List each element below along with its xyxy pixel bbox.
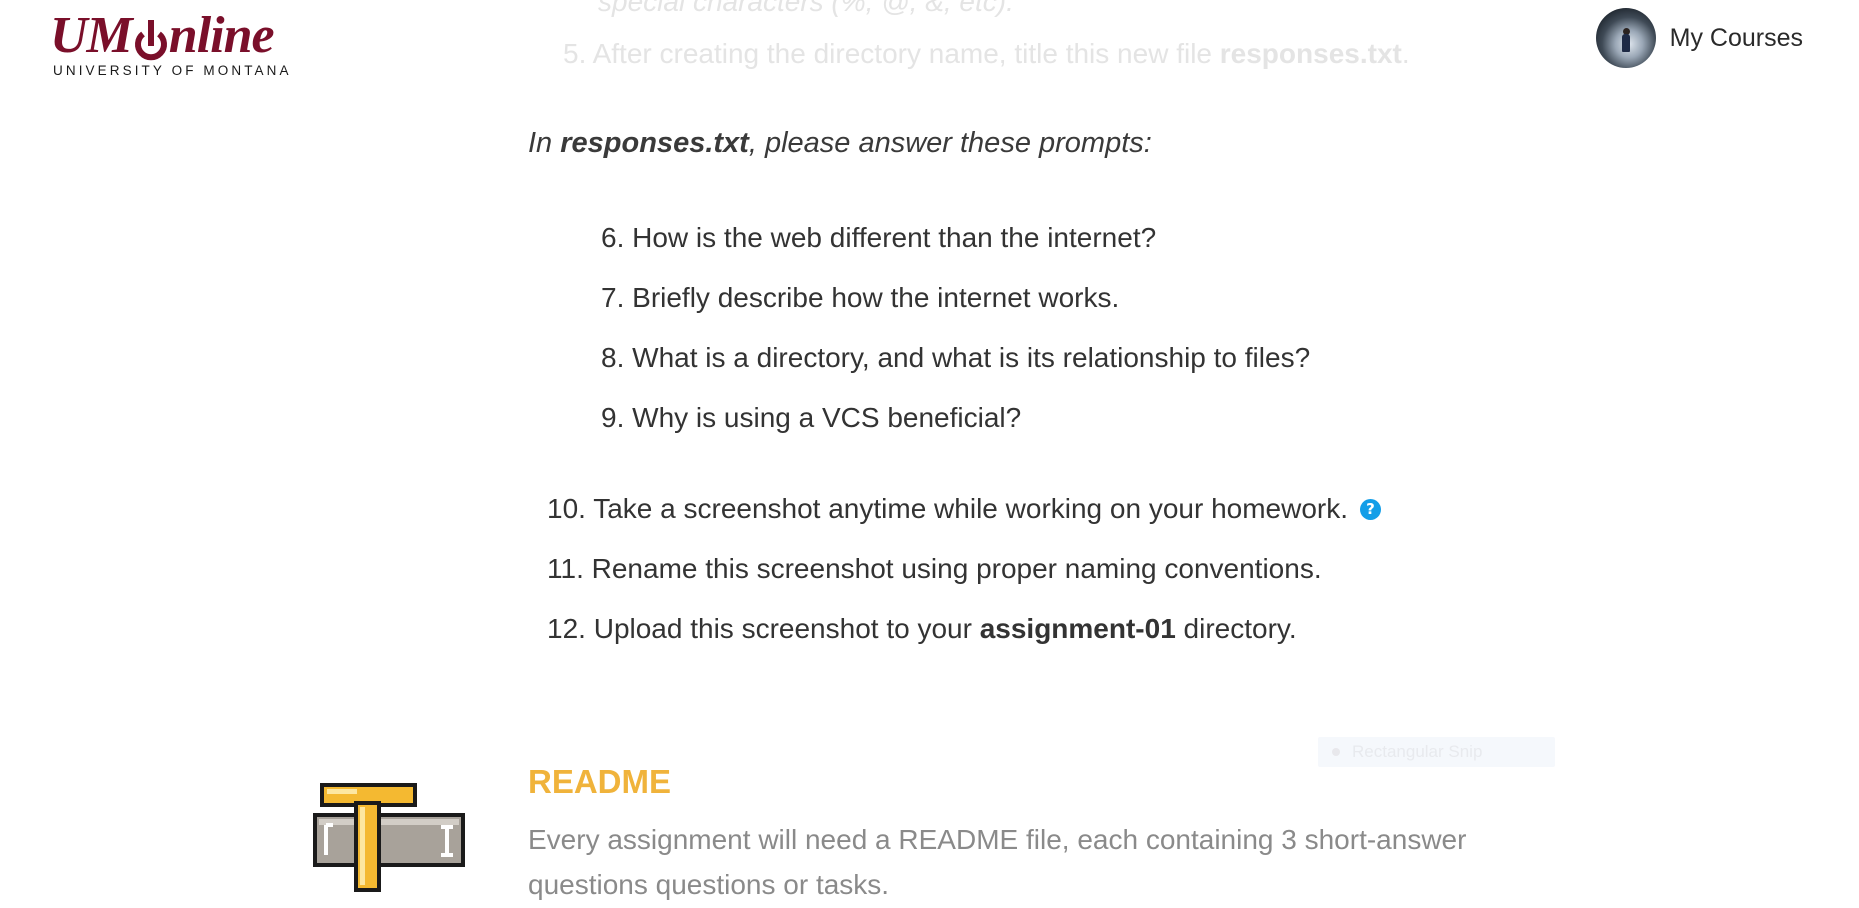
list-item: 6. How is the web different than the int… [601, 222, 1156, 254]
item-number: 9. [601, 402, 625, 433]
help-icon[interactable]: ? [1360, 499, 1382, 520]
item-text-after: directory. [1175, 613, 1297, 644]
snip-dot-icon [1332, 748, 1340, 756]
item-number: 10. [547, 493, 586, 524]
page: UM nline UNIVERSITY OF MONTANA My Course… [0, 0, 1859, 908]
readme-description: Every assignment will need a README file… [528, 824, 1467, 900]
faded-step-5: 5. After creating the directory name, ti… [563, 38, 1410, 70]
list-item: 8. What is a directory, and what is its … [601, 342, 1310, 374]
item-text: Briefly describe how the internet works. [632, 282, 1120, 313]
logo-wordmark: UM nline [50, 8, 340, 64]
faded-step-text-before: After creating the directory name, title… [592, 38, 1220, 69]
prompts-intro: In responses.txt, please answer these pr… [528, 127, 1152, 160]
snip-overlay: Rectangular Snip [1318, 737, 1555, 767]
item-directory-name: assignment-01 [979, 613, 1176, 644]
list-item: 11. Rename this screenshot using proper … [547, 553, 1322, 585]
item-text-before: Upload this screenshot to your [593, 613, 980, 644]
list-item: 12. Upload this screenshot to your assig… [547, 613, 1297, 645]
item-text: Rename this screenshot using proper nami… [591, 553, 1322, 584]
item-number: 12. [547, 613, 586, 644]
avatar[interactable] [1595, 8, 1656, 68]
intro-text-before: In [528, 127, 561, 159]
readme-title: README [528, 763, 672, 800]
text-tool-icon [313, 783, 466, 893]
um-online-logo[interactable]: UM nline UNIVERSITY OF MONTANA [50, 8, 340, 79]
item-text: How is the web different than the intern… [632, 222, 1157, 253]
my-courses-link[interactable]: My Courses [1670, 24, 1803, 53]
logo-wordmark-right: nline [168, 7, 275, 64]
item-number: 11. [547, 553, 584, 584]
faded-step-filename: responses.txt [1219, 38, 1402, 69]
item-text: What is a directory, and what is its rel… [632, 342, 1311, 373]
intro-filename: responses.txt [560, 127, 749, 159]
avatar-figure [1621, 34, 1630, 52]
faded-step-text-after: . [1401, 38, 1410, 69]
snip-label: Rectangular Snip [1352, 742, 1483, 761]
faded-step-continuation: special characters (%, @, &, etc). [598, 0, 1014, 17]
item-text: Why is using a VCS beneficial? [632, 402, 1022, 433]
item-text: Take a screenshot anytime while working … [593, 493, 1349, 524]
item-number: 6. [601, 222, 625, 253]
item-number: 8. [601, 342, 625, 373]
list-item: 7. Briefly describe how the internet wor… [601, 282, 1119, 314]
logo-wordmark-left: UM [50, 7, 133, 64]
list-item: 9. Why is using a VCS beneficial? [601, 402, 1021, 434]
intro-text-after: , please answer these prompts: [748, 127, 1152, 159]
logo-subtitle: UNIVERSITY OF MONTANA [53, 63, 292, 78]
faded-step-text: special characters (%, @, &, etc). [598, 0, 1014, 18]
user-menu[interactable]: My Courses [1595, 8, 1803, 68]
list-item: 10. Take a screenshot anytime while work… [547, 493, 1382, 525]
item-number: 7. [601, 282, 625, 313]
power-icon [134, 20, 168, 64]
faded-step-number: 5. [563, 38, 587, 69]
